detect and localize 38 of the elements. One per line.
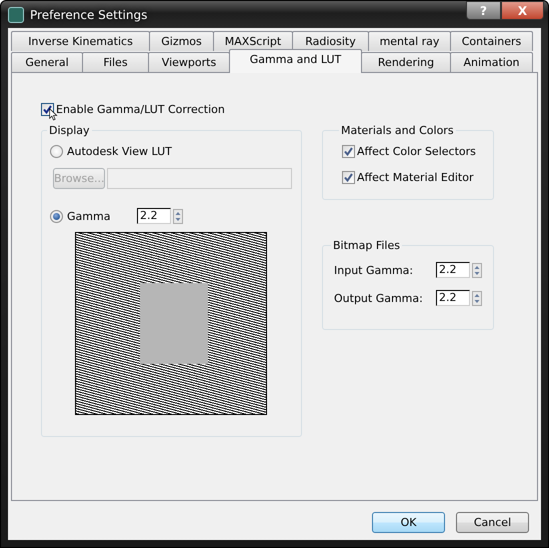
tab[interactable]: Gizmos [149,31,214,51]
radio-button[interactable] [50,210,63,222]
gamma-input[interactable]: 2.2 [137,208,171,224]
tab[interactable]: mental ray [368,31,451,51]
gamma-input[interactable]: 2.2 [436,262,470,278]
gamma-input[interactable]: 2.2 [436,290,470,306]
checkbox[interactable] [342,145,355,158]
tab[interactable]: Animation [450,52,533,72]
tab[interactable]: Files [82,52,149,72]
group-title: Bitmap Files [332,239,401,252]
tab[interactable]: Containers [450,31,533,51]
radio-button[interactable] [50,145,63,158]
spinner-arrows-icon[interactable] [173,208,183,224]
tab[interactable]: MAXScript [213,31,293,51]
tab[interactable]: Gamma and LUT [229,49,362,73]
dialog-button[interactable]: Cancel [456,512,529,533]
dialog-button[interactable]: OK [372,512,445,533]
field-label: Input Gamma: [334,264,414,276]
spinner-arrows-icon[interactable] [472,290,482,306]
tab[interactable]: Radiosity [292,31,369,51]
spinner-arrows-icon[interactable] [472,262,482,278]
radio-label: Gamma [67,210,110,222]
window-title: Preference Settings [30,8,148,22]
checkbox[interactable] [342,171,355,184]
tab[interactable]: Inverse Kinematics [11,31,150,51]
group-title: Materials and Colors [340,124,455,137]
path-field[interactable] [107,168,292,189]
tab[interactable]: General [11,52,83,72]
checkbox-label: Affect Material Editor [357,171,474,184]
tab[interactable]: Viewports [148,52,230,72]
tab[interactable]: Rendering [361,52,451,72]
app-icon [8,6,24,22]
group-title: Display [48,124,91,137]
radio-label: Autodesk View LUT [67,145,172,158]
mouse-pointer-icon [49,108,58,121]
checkbox-label: Enable Gamma/LUT Correction [56,103,225,116]
field-label: Output Gamma: [334,292,424,304]
checkbox-label: Affect Color Selectors [357,145,476,158]
